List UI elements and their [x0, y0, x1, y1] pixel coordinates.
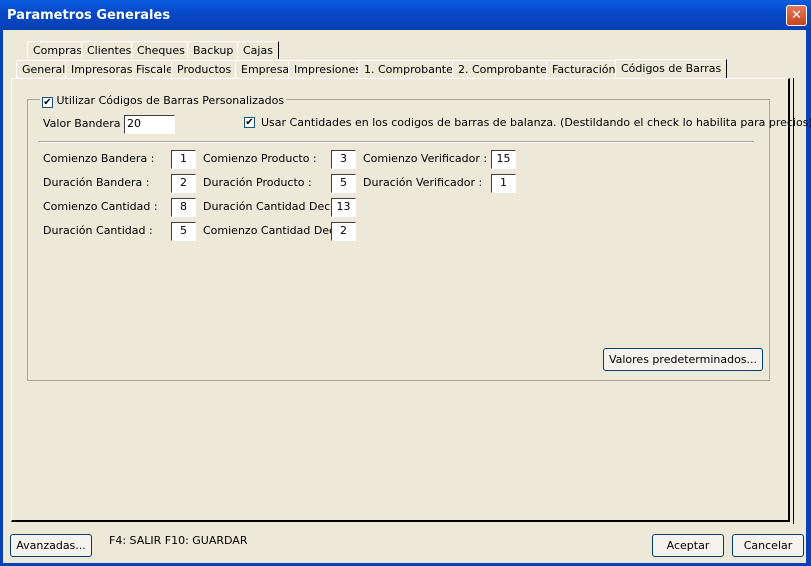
use-custom-wrap: ✔ Utilizar Códigos de Barras Personaliza… — [40, 94, 287, 108]
comienzo-verif-label: Comienzo Verificador : — [363, 152, 488, 165]
comienzo-bandera-field[interactable]: 1 — [171, 150, 196, 169]
panel-shadow — [793, 78, 794, 524]
check-icon: ✔ — [43, 97, 52, 108]
tab-1-comprobantes[interactable]: 1. Comprobantes — [358, 60, 465, 78]
comienzo-verif-field[interactable]: 15 — [491, 150, 516, 169]
use-quantities-label: Usar Cantidades en los codigos de barras… — [261, 116, 811, 129]
flag-value-field[interactable]: 20 — [124, 115, 175, 134]
tab-backup[interactable]: Backup — [187, 41, 240, 59]
comienzo-cantidad-label: Comienzo Cantidad : — [43, 200, 158, 213]
advanced-button[interactable]: Avanzadas... — [10, 534, 92, 557]
comienzo-producto-label: Comienzo Producto : — [203, 152, 317, 165]
duracion-verif-label: Duración Verificador : — [363, 176, 483, 189]
title-bar: Parametros Generales ✕ — [0, 0, 811, 30]
comienzo-cant-dec-field[interactable]: 2 — [331, 222, 356, 241]
tab-cheques[interactable]: Cheques — [131, 41, 191, 59]
tab-codigos-de-barras[interactable]: Códigos de Barras — [615, 59, 728, 78]
tab-2-comprobantes[interactable]: 2. Comprobantes — [452, 60, 559, 78]
tab-clientes[interactable]: Clientes — [81, 41, 138, 59]
duracion-producto-field[interactable]: 5 — [331, 174, 356, 193]
comienzo-bandera-label: Comienzo Bandera : — [43, 152, 155, 165]
flag-value-label: Valor Bandera : — [43, 117, 128, 130]
shortcut-hint: F4: SALIR F10: GUARDAR — [109, 534, 248, 547]
duracion-cant-dec-field[interactable]: 13 — [331, 198, 356, 217]
tab-cajas[interactable]: Cajas — [237, 41, 279, 59]
duracion-cant-dec-label: Duración Cantidad Decima — [203, 200, 331, 213]
duracion-verif-field[interactable]: 1 — [491, 174, 516, 193]
window-frame-left — [0, 30, 3, 566]
tab-productos[interactable]: Productos — [171, 60, 238, 78]
tab-impresoras-fiscales[interactable]: Impresoras Fiscales — [65, 60, 185, 78]
close-icon: ✕ — [791, 8, 802, 23]
tab-impresiones[interactable]: Impresiones — [288, 60, 367, 78]
close-button[interactable]: ✕ — [786, 5, 807, 26]
separator — [38, 141, 754, 143]
comienzo-cant-dec-label: Comienzo Cantidad Decima — [203, 224, 331, 237]
comienzo-producto-field[interactable]: 3 — [331, 150, 356, 169]
duracion-cantidad-field[interactable]: 5 — [171, 222, 196, 241]
use-quantities-checkbox[interactable]: ✔ — [244, 117, 255, 128]
use-custom-label: Utilizar Códigos de Barras Personalizado… — [56, 94, 285, 107]
tab-general[interactable]: General — [16, 60, 72, 78]
use-custom-checkbox[interactable]: ✔ — [42, 97, 53, 108]
cancel-button[interactable]: Cancelar — [732, 534, 804, 557]
defaults-button[interactable]: Valores predeterminados... — [603, 348, 763, 371]
tab-compras[interactable]: Compras — [27, 41, 89, 59]
window-frame-right — [806, 30, 811, 566]
window-title: Parametros Generales — [7, 8, 171, 23]
duracion-bandera-field[interactable]: 2 — [171, 174, 196, 193]
comienzo-cantidad-field[interactable]: 8 — [171, 198, 196, 217]
check-icon: ✔ — [245, 117, 254, 128]
tab-empresa[interactable]: Empresa — [235, 60, 296, 78]
duracion-producto-label: Duración Producto : — [203, 176, 312, 189]
accept-button[interactable]: Aceptar — [652, 534, 724, 557]
tab-facturacion[interactable]: Facturación — [546, 60, 622, 78]
duracion-cantidad-label: Duración Cantidad : — [43, 224, 153, 237]
duracion-bandera-label: Duración Bandera : — [43, 176, 150, 189]
